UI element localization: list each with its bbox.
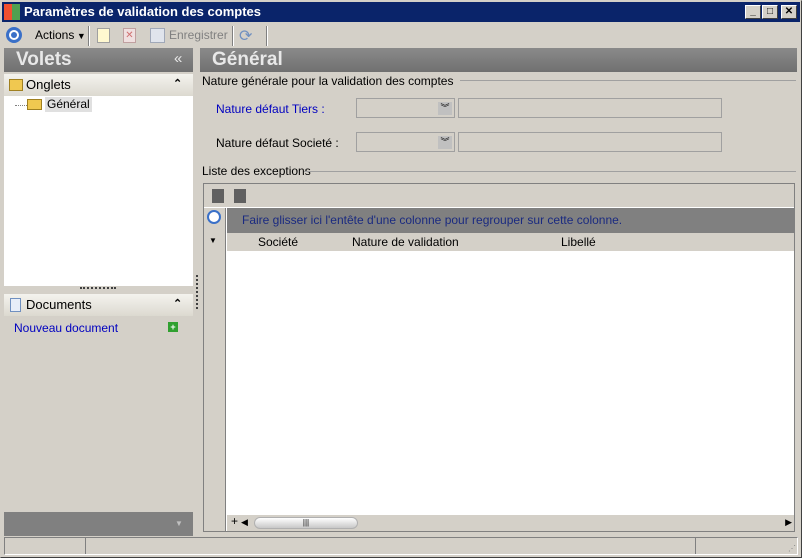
chevron-down-icon[interactable]: ︾ [438, 136, 452, 149]
group-by-panel[interactable]: Faire glisser ici l'entête d'une colonne… [227, 208, 794, 233]
new-icon[interactable] [97, 28, 110, 43]
status-divider [85, 538, 86, 554]
grid-options-icon[interactable] [207, 210, 221, 224]
grid-page-icon[interactable] [234, 189, 246, 203]
splitter-handle[interactable] [80, 287, 116, 289]
title-bar: Paramètres de validation des comptes [2, 2, 800, 22]
save-icon[interactable] [150, 28, 165, 43]
folder-icon [9, 79, 23, 91]
scrollbar-thumb[interactable]: ||| [254, 517, 358, 529]
panel-header: Volets [4, 48, 193, 72]
actions-menu[interactable]: Actions ▼ [35, 26, 86, 44]
grid-toolbar [204, 184, 794, 208]
column-header-societe[interactable]: Société [258, 235, 298, 249]
tiers-nature-combo[interactable]: ︾ [356, 98, 455, 118]
row-indicator-column [204, 208, 226, 531]
tabs-section-header[interactable]: Onglets [4, 74, 193, 96]
actions-label: Actions [35, 28, 75, 42]
column-header-row: Société Nature de validation Libellé [227, 233, 794, 251]
filter-arrow-icon[interactable]: ▼ [209, 236, 217, 245]
open-folder-icon [27, 99, 42, 110]
vertical-splitter[interactable] [196, 275, 198, 309]
scroll-left-icon[interactable]: ◀ [241, 517, 248, 528]
tiers-description-field[interactable] [458, 98, 722, 118]
societe-description-field[interactable] [458, 132, 722, 152]
tiers-label: Nature défaut Tiers : [216, 102, 325, 116]
tree-line [15, 105, 27, 106]
panel-title: Volets [16, 49, 72, 70]
delete-icon[interactable]: ✕ [123, 28, 136, 43]
documents-section-title: Documents [26, 297, 92, 312]
refresh-icon[interactable]: ⟳ [239, 26, 252, 46]
minimize-button[interactable]: _ [745, 5, 761, 19]
documents-section-header[interactable]: Documents [4, 294, 193, 316]
exceptions-grid: Faire glisser ici l'entête d'une colonne… [203, 183, 795, 532]
dropdown-arrow-icon: ▼ [74, 31, 86, 41]
new-document-link[interactable]: Nouveau document [14, 321, 118, 335]
status-bar: ⋰ [4, 537, 798, 555]
collapse-panel-button[interactable]: « [174, 50, 182, 67]
maximize-button[interactable]: □ [762, 5, 778, 19]
divider [460, 80, 796, 81]
grid-body [227, 251, 794, 515]
resize-grip-icon[interactable]: ⋰ [788, 544, 796, 553]
toolbar-separator [232, 26, 234, 46]
tabs-tree: Général [4, 96, 193, 286]
toolbar-separator [266, 26, 268, 46]
column-header-libelle[interactable]: Libellé [561, 235, 596, 249]
add-row-button[interactable]: + [231, 514, 238, 528]
toolbar-separator [88, 26, 90, 46]
main-title: Général [212, 49, 283, 70]
close-button[interactable]: ✕ [781, 5, 797, 19]
horizontal-scrollbar[interactable]: + ◀ ||| ▶ [227, 514, 794, 531]
status-divider [695, 538, 696, 554]
exceptions-label: Liste des exceptions [202, 164, 311, 178]
grid-page-icon[interactable] [212, 189, 224, 203]
toolbar: Actions ▼ ✕ Enregistrer ⟳ [2, 24, 800, 46]
societe-label: Nature défaut Societé : [216, 136, 339, 150]
column-header-nature[interactable]: Nature de validation [352, 235, 459, 249]
options-icon[interactable] [6, 27, 22, 43]
panel-footer [4, 512, 193, 536]
collapse-section-icon[interactable]: ⌃ [173, 297, 182, 310]
group-label: Nature générale pour la validation des c… [202, 74, 454, 88]
add-icon[interactable]: + [168, 322, 178, 332]
app-icon [4, 4, 20, 20]
tree-item-general[interactable]: Général [45, 97, 92, 112]
document-icon [10, 298, 21, 312]
societe-nature-combo[interactable]: ︾ [356, 132, 455, 152]
save-button[interactable]: Enregistrer [169, 26, 228, 44]
dropdown-arrow-icon[interactable]: ▼ [175, 519, 183, 528]
collapse-section-icon[interactable]: ⌃ [173, 77, 182, 90]
tabs-section-title: Onglets [26, 77, 71, 92]
main-header: Général [200, 48, 797, 72]
scroll-right-icon[interactable]: ▶ [785, 517, 792, 528]
divider [304, 171, 796, 172]
chevron-down-icon[interactable]: ︾ [438, 102, 452, 115]
